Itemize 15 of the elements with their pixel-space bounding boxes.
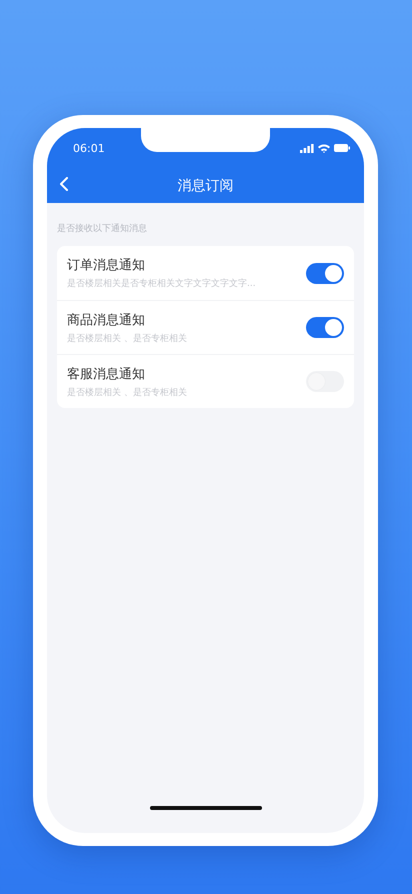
setting-description: 是否楼层相关 、是否专柜相关 <box>67 386 187 398</box>
section-label: 是否接收以下通知消息 <box>56 222 148 236</box>
setting-title: 订单消息通知 <box>67 257 146 274</box>
back-icon[interactable] <box>60 177 68 191</box>
status-time: 06:01 <box>73 142 105 154</box>
page-title: 消息订阅 <box>178 176 234 194</box>
signal-icon <box>300 144 314 152</box>
setting-title: 商品消息通知 <box>67 312 146 328</box>
setting-description: 是否楼层相关 、是否专柜相关 <box>67 332 187 344</box>
setting-title: 客服消息通知 <box>67 366 146 382</box>
toggle-switch[interactable] <box>306 262 344 284</box>
wifi-icon <box>318 144 330 152</box>
battery-icon <box>334 144 350 152</box>
toggle-switch[interactable] <box>306 317 344 338</box>
setting-description: 是否楼层相关是否专柜相关文字文字文字文字... <box>67 278 256 290</box>
